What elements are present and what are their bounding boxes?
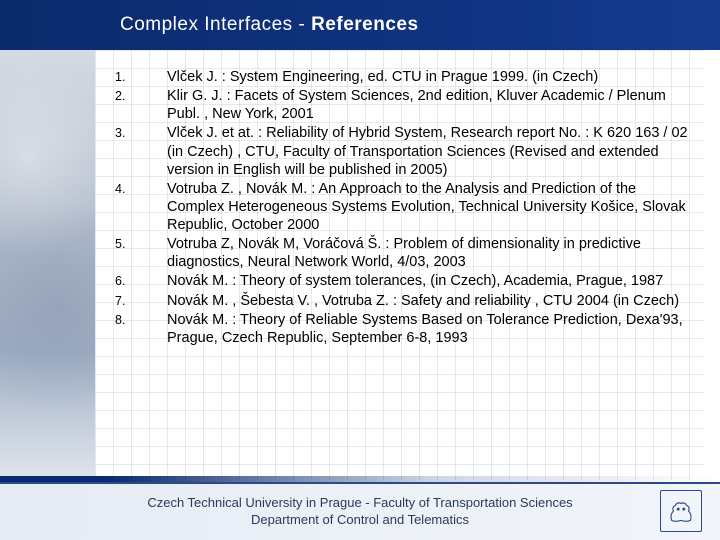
references-content: 1.Vlček J. : System Engineering, ed. CTU…	[115, 68, 695, 348]
title-sub: References	[311, 14, 418, 35]
reference-item: 7.Novák M. , Šebesta V. , Votruba Z. : S…	[115, 292, 695, 310]
reference-text: Votruba Z. , Novák M. : An Approach to t…	[167, 180, 695, 234]
references-list: 1.Vlček J. : System Engineering, ed. CTU…	[115, 68, 695, 347]
reference-text: Novák M. , Šebesta V. , Votruba Z. : Saf…	[167, 292, 695, 310]
reference-number: 5.	[115, 235, 167, 271]
footer-line1: Czech Technical University in Prague - F…	[147, 495, 572, 512]
reference-item: 4.Votruba Z. , Novák M. : An Approach to…	[115, 180, 695, 234]
reference-number: 8.	[115, 311, 167, 347]
reference-number: 7.	[115, 292, 167, 310]
reference-item: 3.Vlček J. et at. : Reliability of Hybri…	[115, 124, 695, 178]
reference-text: Novák M. : Theory of Reliable Systems Ba…	[167, 311, 695, 347]
title-bar: Complex Interfaces - References	[0, 0, 720, 50]
reference-number: 3.	[115, 124, 167, 178]
reference-item: 5.Votruba Z, Novák M, Voráčová Š. : Prob…	[115, 235, 695, 271]
reference-number: 2.	[115, 87, 167, 123]
footer-bar: Czech Technical University in Prague - F…	[0, 482, 720, 540]
footer-line2: Department of Control and Telematics	[147, 512, 572, 529]
reference-text: Vlček J. : System Engineering, ed. CTU i…	[167, 68, 695, 86]
reference-text: Klir G. J. : Facets of System Sciences, …	[167, 87, 695, 123]
reference-item: 6.Novák M. : Theory of system tolerances…	[115, 272, 695, 290]
left-image-strip	[0, 50, 95, 480]
ctu-lion-logo	[660, 490, 702, 532]
reference-number: 1.	[115, 68, 167, 86]
reference-item: 1.Vlček J. : System Engineering, ed. CTU…	[115, 68, 695, 86]
reference-text: Vlček J. et at. : Reliability of Hybrid …	[167, 124, 695, 178]
reference-number: 4.	[115, 180, 167, 234]
footer-text: Czech Technical University in Prague - F…	[147, 495, 572, 529]
reference-text: Votruba Z, Novák M, Voráčová Š. : Proble…	[167, 235, 695, 271]
title-main: Complex Interfaces -	[120, 14, 311, 35]
reference-text: Novák M. : Theory of system tolerances, …	[167, 272, 695, 290]
reference-number: 6.	[115, 272, 167, 290]
reference-item: 8.Novák M. : Theory of Reliable Systems …	[115, 311, 695, 347]
reference-item: 2.Klir G. J. : Facets of System Sciences…	[115, 87, 695, 123]
